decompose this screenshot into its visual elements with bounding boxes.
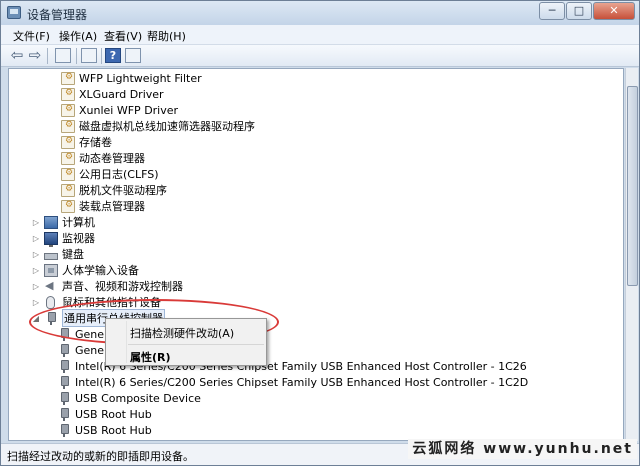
tree-item[interactable]: Xunlei WFP Driver: [61, 102, 178, 118]
device-manager-icon: [7, 6, 21, 19]
forward-arrow-icon[interactable]: ⇨: [27, 48, 43, 63]
driver-icon: [61, 167, 75, 181]
driver-icon: [61, 151, 75, 165]
device-tree: WFP Lightweight Filter XLGuard Driver Xu…: [8, 68, 624, 441]
expand-arrow-icon[interactable]: ▷: [31, 234, 41, 243]
usb-icon: [57, 423, 71, 437]
update-driver-icon[interactable]: [81, 48, 97, 63]
tree-item[interactable]: Intel(R) 6 Series/C200 Series Chipset Fa…: [57, 374, 528, 390]
tree-item[interactable]: USB Root Hub: [57, 406, 152, 422]
menu-action[interactable]: 操作(A): [59, 28, 97, 44]
usb-icon: [57, 391, 71, 405]
tree-item[interactable]: 动态卷管理器: [61, 150, 145, 166]
tree-item[interactable]: 存储卷: [61, 134, 112, 150]
collapse-arrow-icon[interactable]: ◢: [31, 314, 41, 323]
mouse-icon: [46, 295, 55, 309]
menu-view[interactable]: 查看(V): [104, 28, 142, 44]
tree-item[interactable]: Gener: [57, 326, 109, 342]
menu-bar: 文件(F) 操作(A) 查看(V) 帮助(H): [1, 25, 639, 45]
expand-arrow-icon[interactable]: ▷: [31, 266, 41, 275]
toolbar-separator: [76, 48, 77, 64]
title-bar[interactable]: 设备管理器 ─ □ ✕: [1, 1, 639, 25]
properties-icon[interactable]: [55, 48, 71, 63]
tree-category-computer[interactable]: ▷ 计算机: [31, 214, 95, 230]
tree-category-hid[interactable]: ▷ 人体学输入设备: [31, 262, 139, 278]
usb-icon: [57, 359, 71, 373]
vertical-scrollbar[interactable]: [625, 68, 638, 441]
tree-category-sound[interactable]: ▷ 声音、视频和游戏控制器: [31, 278, 183, 294]
expand-arrow-icon[interactable]: ▷: [31, 298, 41, 307]
help-icon[interactable]: ?: [105, 48, 121, 63]
usb-icon: [57, 327, 71, 341]
usb-icon: [57, 343, 71, 357]
tree-item[interactable]: USB Root Hub: [57, 422, 152, 438]
device-manager-window: 设备管理器 ─ □ ✕ 文件(F) 操作(A) 查看(V) 帮助(H) ⇦ ⇨ …: [0, 0, 640, 466]
expand-arrow-icon[interactable]: ▷: [31, 250, 41, 259]
driver-icon: [61, 183, 75, 197]
usb-icon: [57, 375, 71, 389]
tree-item[interactable]: WFP Lightweight Filter: [61, 70, 202, 86]
site-watermark: 云狐网络 www.yunhu.net: [408, 439, 637, 459]
tree-item[interactable]: 磁盘虚拟机总线加速筛选器驱动程序: [61, 118, 255, 134]
menu-item-scan-hardware[interactable]: 扫描检测硬件改动(A): [130, 325, 234, 341]
computer-icon: [44, 215, 58, 229]
context-menu-separator: [128, 344, 264, 345]
toolbar: ⇦ ⇨ ?: [1, 45, 639, 67]
usb-icon: [57, 407, 71, 421]
keyboard-icon: [44, 252, 58, 260]
tree-category-keyboard[interactable]: ▷ 键盘: [31, 246, 84, 262]
tree-item[interactable]: XLGuard Driver: [61, 86, 164, 102]
back-arrow-icon[interactable]: ⇦: [9, 48, 25, 63]
show-hidden-icon[interactable]: [125, 48, 141, 63]
tree-category-monitor[interactable]: ▷ 监视器: [31, 230, 95, 247]
driver-icon: [61, 87, 75, 101]
driver-icon: [61, 199, 75, 213]
driver-icon: [61, 135, 75, 149]
window-controls: ─ □ ✕: [538, 2, 635, 20]
toolbar-separator: [47, 48, 48, 64]
tree-item[interactable]: 装载点管理器: [61, 198, 145, 214]
tree-item[interactable]: USB Composite Device: [57, 390, 201, 406]
speaker-icon: [44, 279, 58, 293]
status-text: 扫描经过改动的或新的即插即用设备。: [7, 450, 194, 463]
maximize-button[interactable]: □: [566, 2, 592, 20]
menu-help[interactable]: 帮助(H): [147, 28, 186, 44]
minimize-button[interactable]: ─: [539, 2, 565, 20]
scrollbar-thumb[interactable]: [627, 86, 638, 286]
tree-item[interactable]: Gener: [57, 342, 109, 358]
tree-category-mouse[interactable]: ▷ 鼠标和其他指针设备: [31, 294, 161, 310]
usb-icon: [44, 311, 58, 325]
expand-arrow-icon[interactable]: ▷: [31, 218, 41, 227]
context-menu-gutter: [126, 321, 127, 363]
tree-item[interactable]: 脱机文件驱动程序: [61, 182, 167, 198]
hid-icon: [44, 263, 58, 277]
toolbar-separator: [101, 48, 102, 64]
monitor-icon: [44, 231, 58, 247]
context-menu: 扫描检测硬件改动(A) 属性(R): [105, 318, 267, 366]
window-title: 设备管理器: [27, 8, 88, 22]
expand-arrow-icon[interactable]: ▷: [31, 282, 41, 291]
menu-file[interactable]: 文件(F): [13, 28, 50, 44]
driver-icon: [61, 119, 75, 133]
tree-item[interactable]: 公用日志(CLFS): [61, 166, 159, 182]
driver-icon: [61, 103, 75, 117]
menu-item-properties[interactable]: 属性(R): [130, 349, 171, 365]
close-button[interactable]: ✕: [593, 2, 635, 20]
driver-icon: [61, 71, 75, 85]
